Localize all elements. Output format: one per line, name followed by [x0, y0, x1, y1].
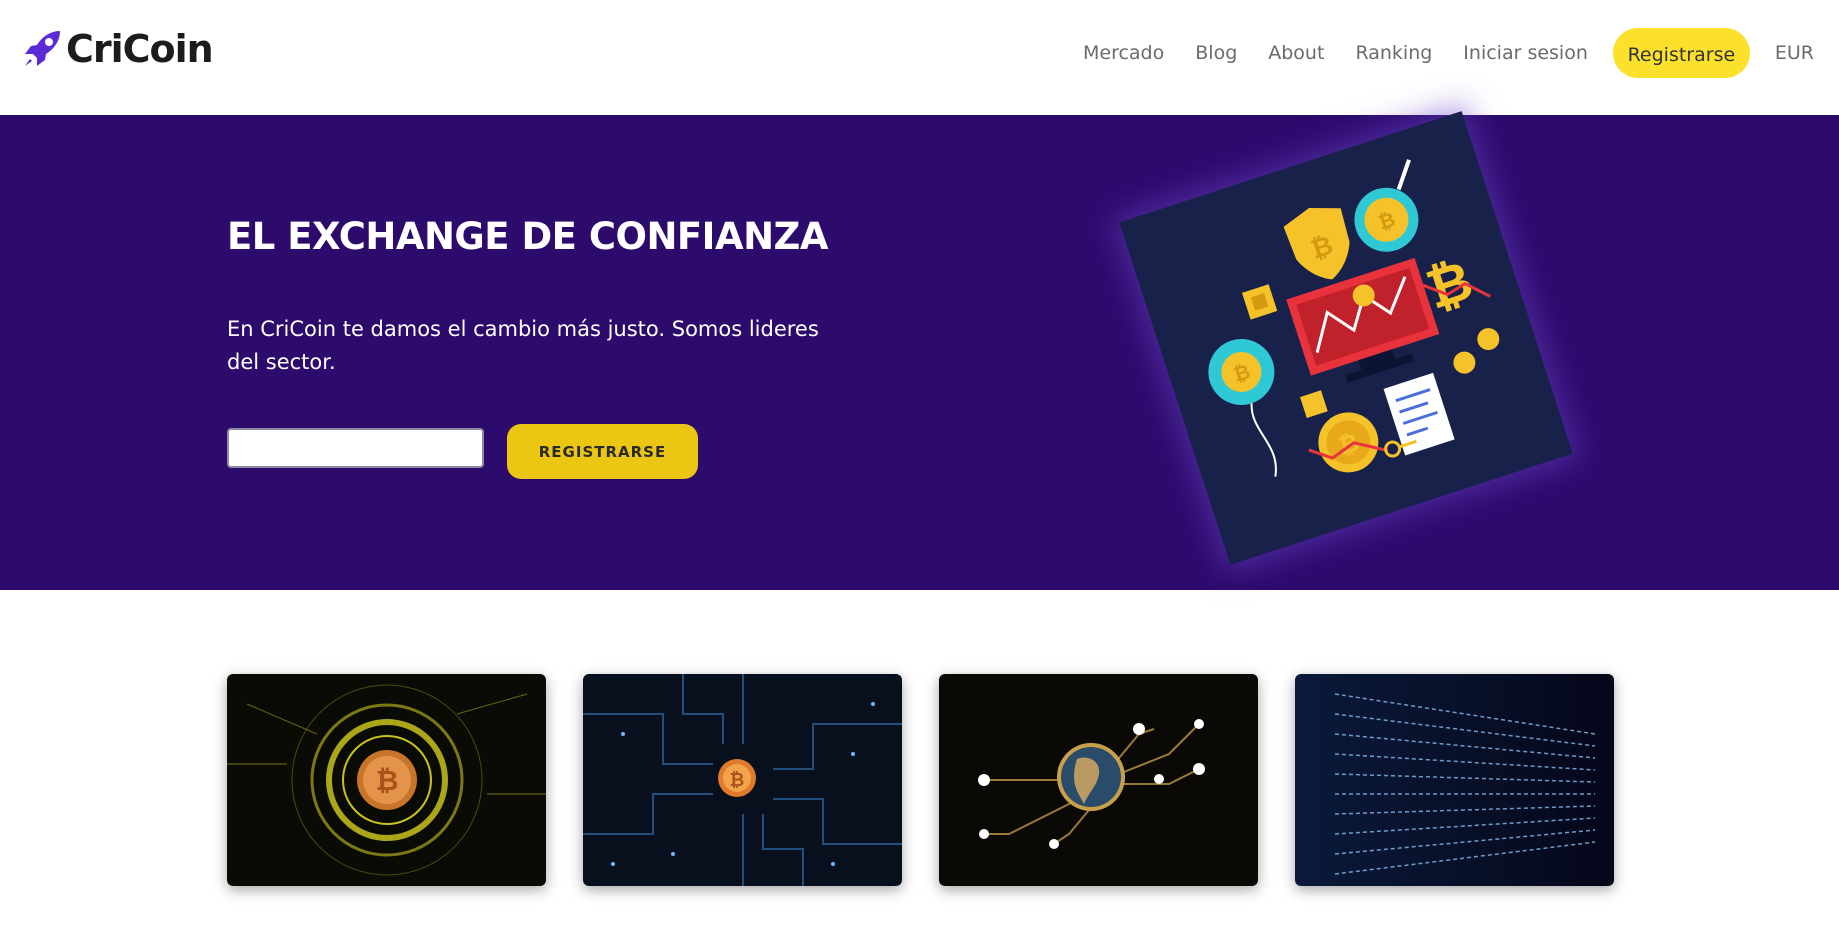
currency-selector[interactable]: EUR: [1775, 42, 1814, 64]
hero-section: EL EXCHANGE DE CONFIANZA En CriCoin te d…: [0, 111, 1839, 590]
register-nav-button[interactable]: Registrarse: [1612, 28, 1750, 78]
shield-icon: ₿: [1283, 208, 1350, 280]
site-header: CriCoin Mercado Blog About Ranking Inici…: [0, 0, 1839, 115]
coin-icon: [1453, 351, 1476, 374]
nav-link-login[interactable]: Iniciar sesion: [1463, 42, 1588, 64]
rocket-icon: [25, 31, 60, 66]
register-hero-button[interactable]: REGISTRARSE: [507, 424, 698, 479]
brand-logo[interactable]: CriCoin: [20, 26, 214, 72]
coin-icon: [1477, 328, 1500, 351]
card-globe-network[interactable]: [939, 674, 1258, 886]
nav-link-about[interactable]: About: [1268, 42, 1324, 64]
hero-title: EL EXCHANGE DE CONFIANZA: [227, 215, 829, 258]
chip-icon: [1300, 390, 1328, 419]
image-cards: ₿ ₿: [227, 674, 1615, 886]
svg-text:₿: ₿: [376, 764, 399, 797]
brand-name: CriCoin: [66, 27, 214, 71]
balloon-coin-icon: ₿: [1208, 338, 1277, 477]
chart-monitor-icon: [1286, 257, 1440, 383]
code-stream-image: [1295, 674, 1614, 886]
email-field[interactable]: [227, 428, 484, 468]
card-circuit-bitcoin[interactable]: ₿: [583, 674, 902, 886]
circuit-board-bitcoin-image: ₿: [583, 674, 902, 886]
card-code-stream[interactable]: [1295, 674, 1614, 886]
globe-network-image: [939, 674, 1258, 886]
chip-icon: [1241, 284, 1278, 320]
golden-bitcoin-hud-image: ₿: [227, 674, 546, 886]
magnifier-coin-icon: ₿: [1354, 159, 1419, 252]
crypto-finance-illustration: ₿ ₿ ₿ ₿ ₿: [1119, 111, 1573, 565]
card-golden-bitcoin[interactable]: ₿: [227, 674, 546, 886]
main-nav: Mercado Blog About Ranking Iniciar sesio…: [1083, 28, 1839, 78]
hero-subtitle: En CriCoin te damos el cambio más justo.…: [227, 317, 819, 374]
nav-link-mercado[interactable]: Mercado: [1083, 42, 1164, 64]
nav-link-ranking[interactable]: Ranking: [1355, 42, 1432, 64]
svg-text:₿: ₿: [730, 770, 745, 791]
nav-link-blog[interactable]: Blog: [1195, 42, 1237, 64]
